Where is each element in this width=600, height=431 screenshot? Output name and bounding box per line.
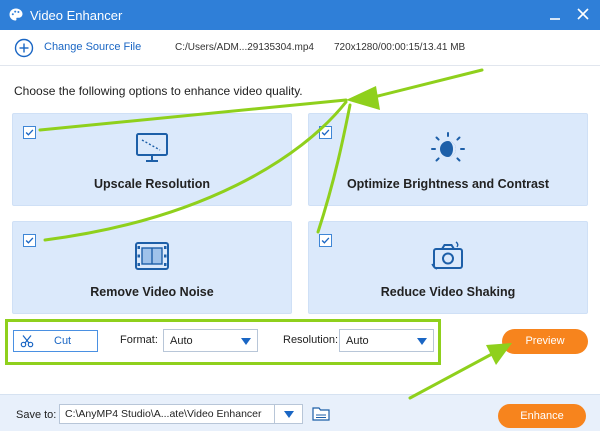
format-dropdown[interactable]: Auto <box>163 329 258 352</box>
instruction-text: Choose the following options to enhance … <box>14 84 303 98</box>
open-folder-icon[interactable] <box>312 406 330 421</box>
scissors-icon <box>20 335 34 348</box>
title-bar: Video Enhancer <box>0 0 600 30</box>
save-path-value: C:\AnyMP4 Studio\A...ate\Video Enhancer <box>65 408 262 420</box>
save-path-dropdown-button[interactable] <box>274 405 302 423</box>
optimize-brightness-label: Optimize Brightness and Contrast <box>346 177 550 191</box>
add-circle-icon <box>14 38 34 58</box>
enhance-button[interactable]: Enhance <box>498 404 586 428</box>
format-value: Auto <box>170 335 193 347</box>
source-file-path: C:/Users/ADM...29135304.mp4 <box>175 42 314 53</box>
optimize-brightness-checkbox[interactable] <box>319 126 332 139</box>
resolution-dropdown[interactable]: Auto <box>339 329 434 352</box>
film-noise-icon <box>135 242 169 270</box>
output-controls-group: Cut Format: Auto Resolution: Auto <box>5 319 441 365</box>
cut-button[interactable]: Cut <box>13 330 98 352</box>
upscale-resolution-label: Upscale Resolution <box>94 177 210 191</box>
annotation-arrow <box>376 68 484 98</box>
save-to-label: Save to: <box>16 409 57 421</box>
brightness-icon <box>431 132 465 162</box>
chevron-down-icon <box>241 338 251 345</box>
remove-noise-checkbox[interactable] <box>23 234 36 247</box>
reduce-shaking-label: Reduce Video Shaking <box>380 285 516 299</box>
annotation-arrowhead <box>346 86 380 110</box>
change-source-file-label: Change Source File <box>44 41 142 53</box>
resolution-value: Auto <box>346 335 369 347</box>
option-card-reduce-shaking[interactable]: Reduce Video Shaking <box>308 221 588 314</box>
option-card-optimize-brightness[interactable]: Optimize Brightness and Contrast <box>308 113 588 206</box>
remove-noise-label: Remove Video Noise <box>90 285 214 299</box>
chevron-down-icon <box>284 411 294 418</box>
source-file-info: 720x1280/00:00:15/13.41 MB <box>334 42 466 53</box>
source-file-bar: Change Source File C:/Users/ADM...291353… <box>0 30 600 66</box>
monitor-resolution-icon <box>136 133 168 162</box>
save-path-field[interactable]: C:\AnyMP4 Studio\A...ate\Video Enhancer <box>59 404 303 424</box>
resolution-label: Resolution: <box>283 334 339 346</box>
preview-button[interactable]: Preview <box>502 329 588 354</box>
cut-label: Cut <box>54 335 72 347</box>
camera-shake-icon <box>431 241 463 270</box>
palette-icon <box>9 8 23 21</box>
format-label: Format: <box>120 334 158 346</box>
option-card-remove-noise[interactable]: Remove Video Noise <box>12 221 292 314</box>
close-icon[interactable] <box>574 5 592 23</box>
chevron-down-icon <box>417 338 427 345</box>
reduce-shaking-checkbox[interactable] <box>319 234 332 247</box>
option-card-upscale-resolution[interactable]: Upscale Resolution <box>12 113 292 206</box>
minimize-icon[interactable] <box>546 5 564 23</box>
window-title: Video Enhancer <box>30 8 123 23</box>
upscale-resolution-checkbox[interactable] <box>23 126 36 139</box>
